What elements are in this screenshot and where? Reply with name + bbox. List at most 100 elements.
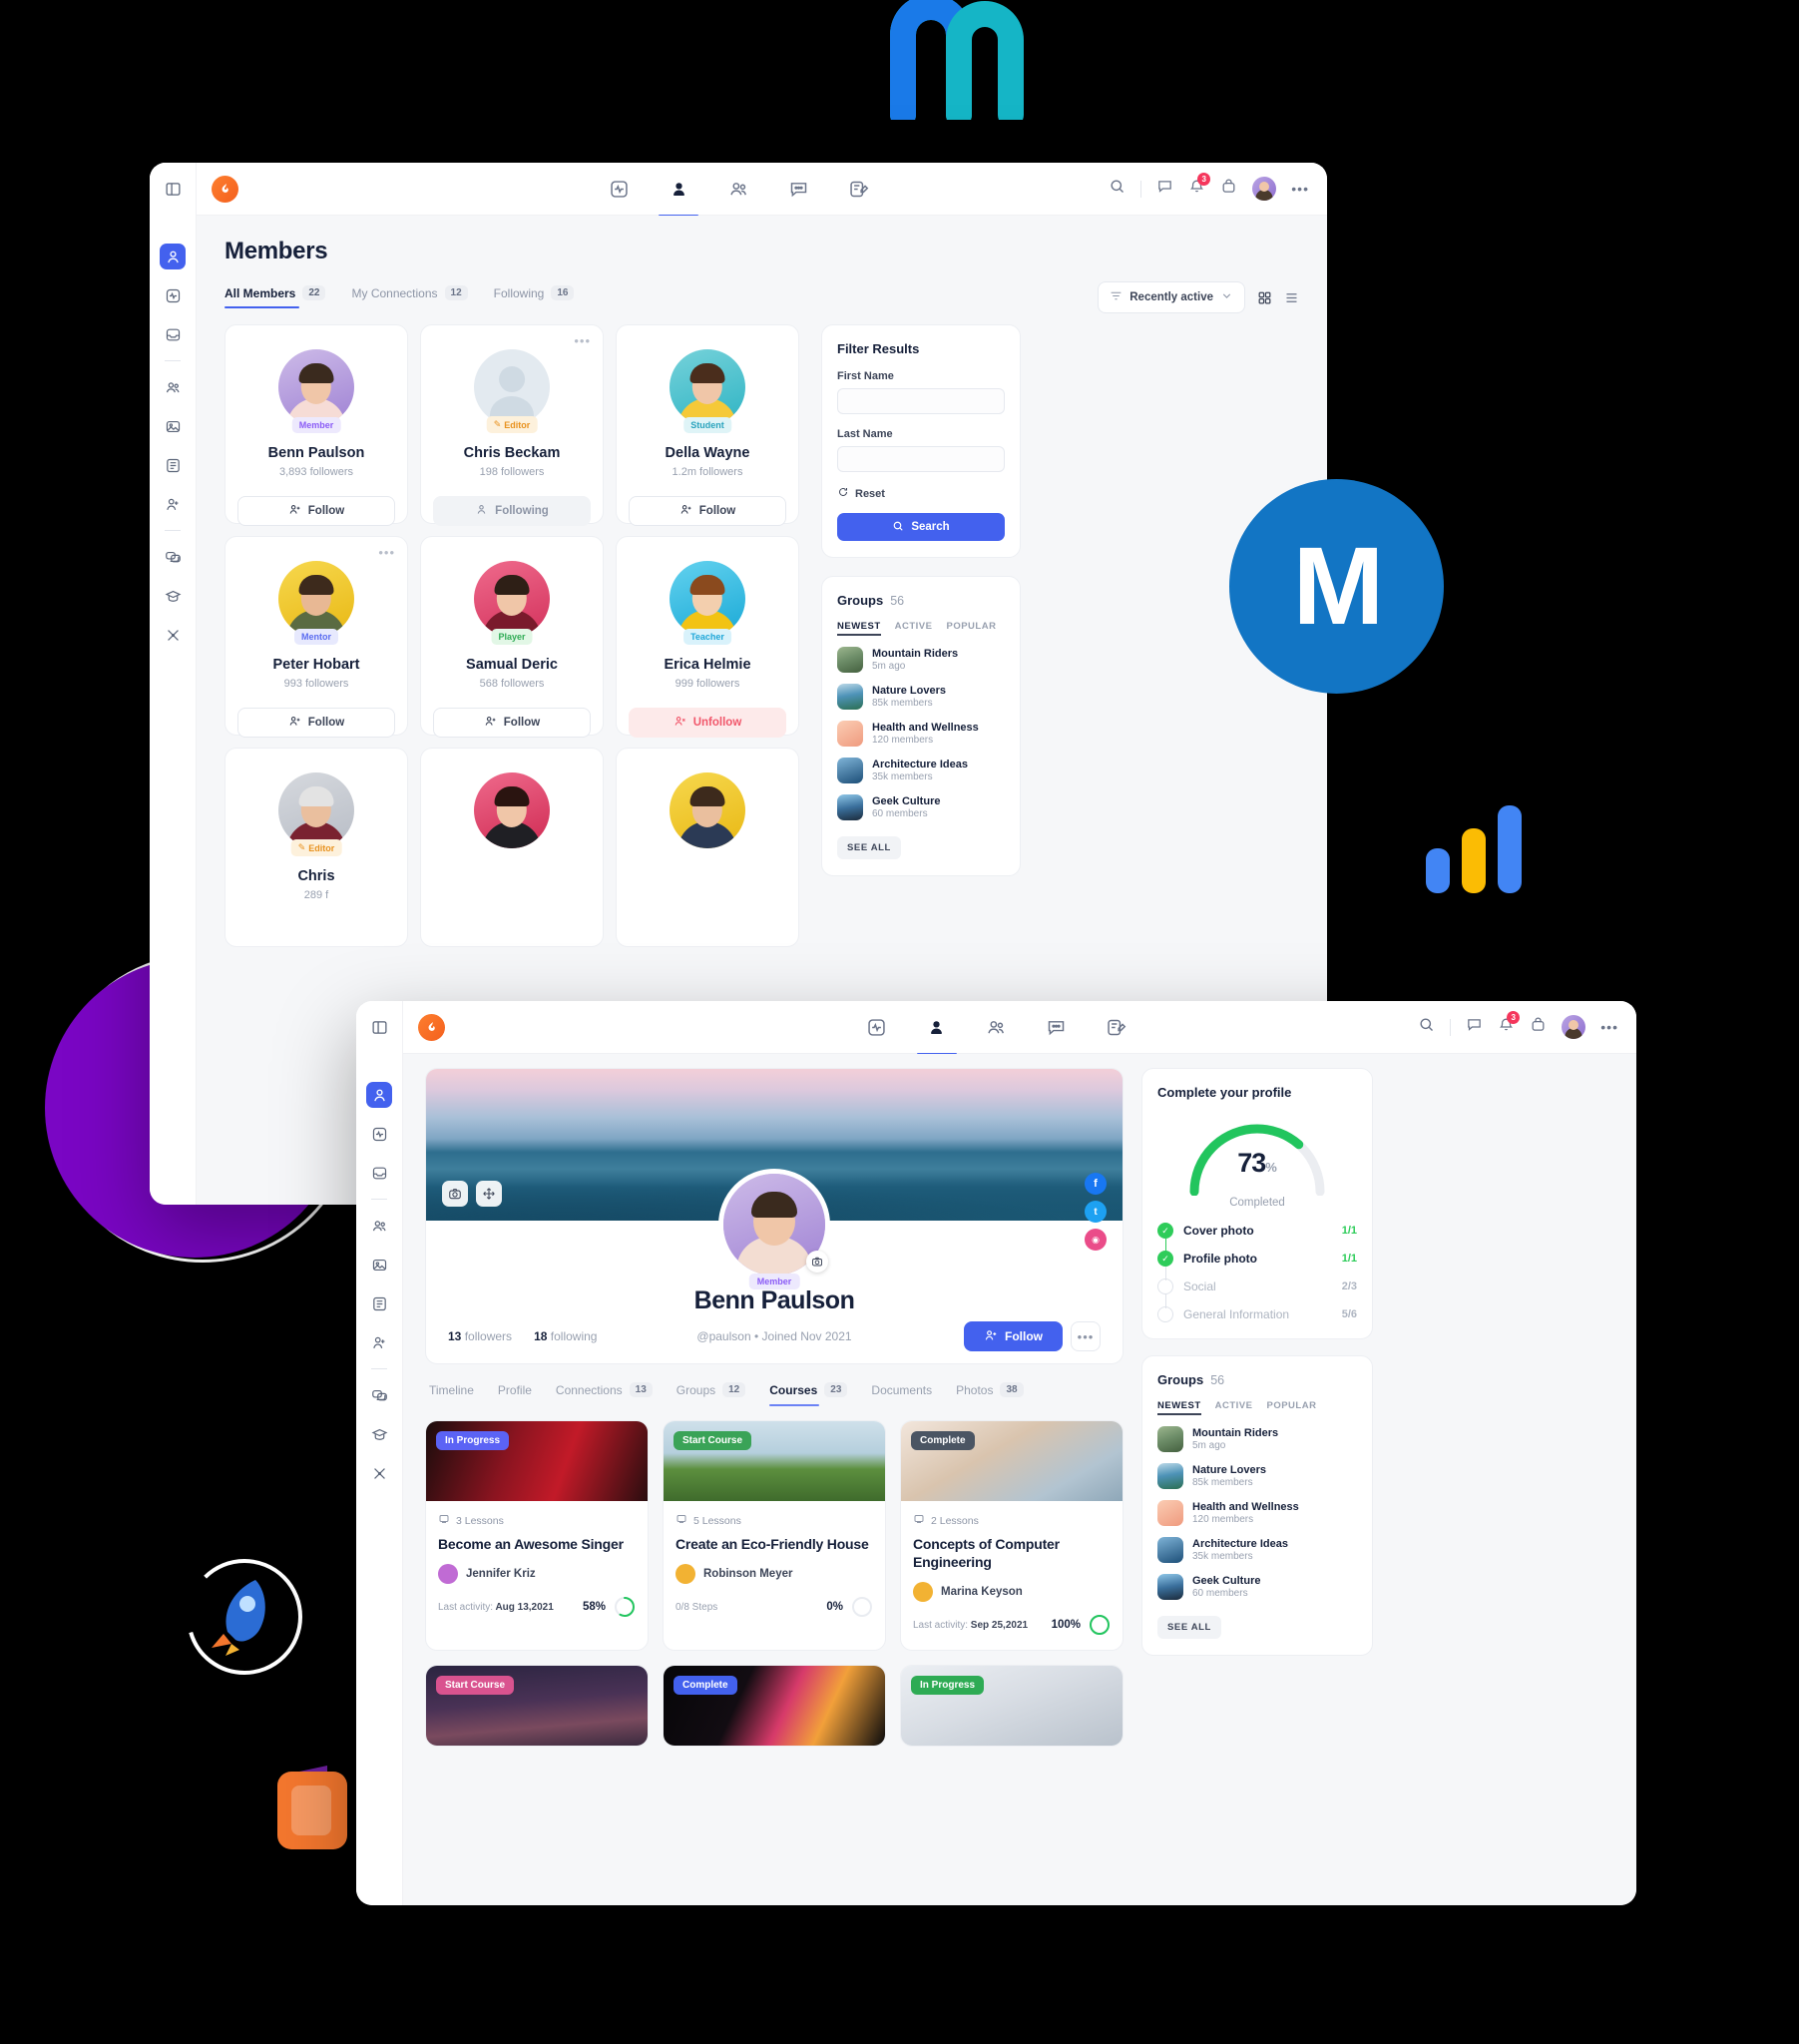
member-avatar[interactable] (278, 772, 354, 848)
move-icon[interactable] (476, 1181, 502, 1207)
sidebar-item-forums[interactable] (160, 544, 186, 570)
groups-tab-newest[interactable]: NEWEST (837, 621, 881, 636)
more-menu-icon[interactable]: ••• (1291, 181, 1309, 197)
sidebar-item-photos[interactable] (160, 413, 186, 439)
nav-profile-icon[interactable] (659, 172, 698, 217)
course-card[interactable]: In Progress (900, 1665, 1124, 1748)
sidebar-item-courses[interactable] (366, 1421, 392, 1447)
chat-icon[interactable] (1156, 178, 1173, 200)
member-avatar[interactable] (278, 349, 354, 425)
sidebar-item-groups[interactable] (366, 1213, 392, 1239)
member-card[interactable]: ••• ✎ Editor Chris Beckam 198 followers Follo… (420, 324, 604, 526)
course-card[interactable]: In Progress 3 Lessons Become an Awesome Si… (425, 1420, 649, 1652)
course-card[interactable]: Complete (663, 1665, 886, 1748)
groups-tab-popular[interactable]: POPULAR (946, 621, 996, 636)
completion-item[interactable]: Social 2/3 (1157, 1278, 1357, 1308)
sidebar-item-settings[interactable] (160, 622, 186, 648)
group-list-item[interactable]: Mountain Riders 5m ago (1157, 1426, 1357, 1452)
tab-connections[interactable]: Connections 13 (556, 1382, 653, 1406)
sidebar-item-profile[interactable] (366, 1082, 392, 1108)
app-logo[interactable] (418, 1013, 445, 1041)
sidebar-item-activity[interactable] (366, 1121, 392, 1147)
group-list-item[interactable]: Mountain Riders 5m ago (837, 647, 1005, 673)
completion-item[interactable]: ✓ Profile photo 1/1 (1157, 1251, 1357, 1280)
reset-button[interactable]: Reset (837, 486, 1005, 501)
member-avatar[interactable] (474, 561, 550, 637)
tab-all-members[interactable]: All Members 22 (225, 285, 326, 308)
groups-see-all-button[interactable]: SEE ALL (837, 836, 901, 859)
sidebar-item-groups[interactable] (160, 374, 186, 400)
sidebar-item-settings[interactable] (366, 1460, 392, 1486)
follow-button[interactable]: Follow (964, 1321, 1063, 1351)
bell-icon[interactable]: 3 (1498, 1011, 1521, 1038)
sidebar-item-inbox[interactable] (160, 321, 186, 347)
search-icon[interactable] (1109, 178, 1125, 200)
groups-see-all-button[interactable]: SEE ALL (1157, 1616, 1221, 1639)
sidebar-item-inbox[interactable] (366, 1160, 392, 1186)
bell-icon[interactable]: 3 (1188, 173, 1211, 200)
groups-tab-active[interactable]: ACTIVE (895, 621, 933, 636)
dribbble-icon[interactable]: ◉ (1085, 1229, 1107, 1251)
nav-forums-icon[interactable] (1102, 1010, 1131, 1044)
nav-messages-icon[interactable] (783, 172, 813, 206)
list-view-icon[interactable] (1284, 290, 1299, 305)
sidebar-item-documents[interactable] (366, 1290, 392, 1316)
sidebar-item-forums[interactable] (366, 1382, 392, 1408)
group-list-item[interactable]: Geek Culture 60 members (1157, 1574, 1357, 1600)
group-list-item[interactable]: Nature Lovers 85k members (1157, 1463, 1357, 1489)
nav-profile-icon[interactable] (916, 1010, 957, 1055)
member-card[interactable]: Student Della Wayne 1.2m followers Follow (616, 324, 799, 526)
nav-messages-icon[interactable] (1042, 1010, 1072, 1044)
nav-groups-icon[interactable] (723, 172, 753, 206)
sidebar-item-courses[interactable] (160, 583, 186, 609)
avatar[interactable] (1252, 177, 1277, 201)
group-list-item[interactable]: Architecture Ideas 35k members (837, 758, 1005, 783)
app-logo[interactable] (212, 175, 238, 203)
card-more-icon[interactable]: ••• (574, 333, 591, 348)
tab-my-connections[interactable]: My Connections 12 (351, 285, 468, 308)
card-more-icon[interactable]: ••• (378, 545, 395, 560)
chat-icon[interactable] (1466, 1016, 1483, 1038)
tab-timeline[interactable]: Timeline (429, 1382, 474, 1406)
nav-activity-icon[interactable] (862, 1010, 892, 1044)
completion-item[interactable]: General Information 5/6 (1157, 1306, 1357, 1322)
cart-icon[interactable] (1530, 1016, 1547, 1038)
course-card[interactable]: Start Course (425, 1665, 649, 1748)
member-card[interactable]: Member Benn Paulson 3,893 followers Follow (225, 324, 408, 526)
member-avatar[interactable] (474, 772, 550, 848)
groups-tab-active[interactable]: ACTIVE (1215, 1400, 1253, 1415)
tab-documents[interactable]: Documents (871, 1382, 932, 1406)
nav-groups-icon[interactable] (982, 1010, 1012, 1044)
sort-dropdown[interactable]: Recently active (1098, 281, 1245, 313)
tab-following[interactable]: Following 16 (494, 285, 575, 308)
member-action-button[interactable]: Follow (237, 708, 395, 738)
twitter-icon[interactable]: t (1085, 1201, 1107, 1223)
cart-icon[interactable] (1220, 178, 1237, 200)
sidebar-item-activity[interactable] (160, 282, 186, 308)
facebook-icon[interactable]: f (1085, 1173, 1107, 1195)
last-name-input[interactable] (837, 446, 1005, 472)
member-action-button[interactable]: Unfollow (629, 708, 786, 738)
nav-activity-icon[interactable] (604, 172, 634, 206)
camera-icon[interactable] (442, 1181, 468, 1207)
grid-view-icon[interactable] (1257, 290, 1272, 305)
group-list-item[interactable]: Health and Wellness 120 members (837, 721, 1005, 747)
member-action-button[interactable]: Follow (433, 708, 591, 738)
member-avatar[interactable] (670, 561, 745, 637)
member-card[interactable]: Teacher Erica Helmie 999 followers Unfollow (616, 536, 799, 738)
member-action-button[interactable]: Following (433, 496, 591, 526)
sidebar-item-profile[interactable] (160, 244, 186, 269)
tab-profile[interactable]: Profile (498, 1382, 532, 1406)
avatar[interactable] (1562, 1015, 1586, 1039)
group-list-item[interactable]: Health and Wellness 120 members (1157, 1500, 1357, 1526)
sidebar-item-connections[interactable] (160, 491, 186, 517)
profile-more-button[interactable]: ••• (1071, 1321, 1101, 1351)
search-button[interactable]: Search (837, 513, 1005, 541)
member-card[interactable]: Player Samual Deric 568 followers Follow (420, 536, 604, 738)
sidebar-item-connections[interactable] (366, 1329, 392, 1355)
sidebar-toggle-icon[interactable] (366, 1014, 392, 1040)
tab-photos[interactable]: Photos 38 (956, 1382, 1024, 1406)
sidebar-item-photos[interactable] (366, 1252, 392, 1278)
member-avatar[interactable] (670, 349, 745, 425)
member-avatar[interactable] (278, 561, 354, 637)
